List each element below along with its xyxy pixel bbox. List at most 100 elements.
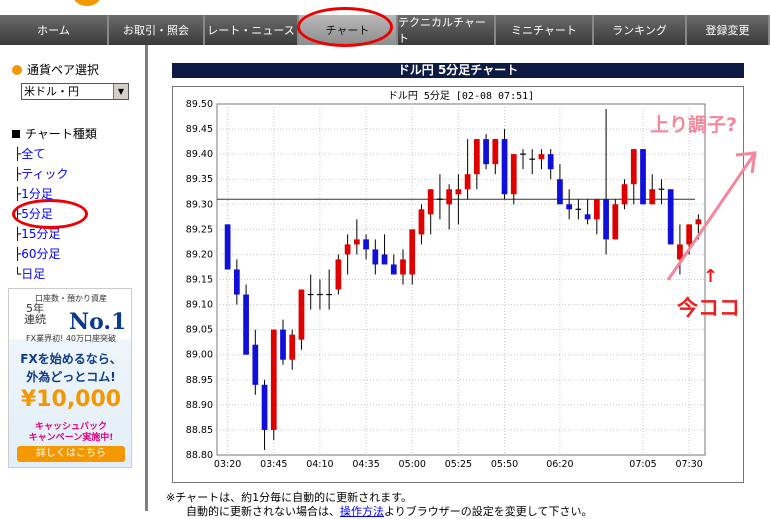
annotation-trend: 上り調子? <box>650 114 738 136</box>
candle-body <box>455 189 462 195</box>
x-tick-label: 03:45 <box>260 459 287 470</box>
sidebar: 通貨ペア選択 米ドル・円 ▼ チャート種類 ├全て ├ティック ├1分足 ├5分足 ├1… <box>0 45 148 511</box>
candle-body <box>483 139 489 165</box>
candle-body <box>243 294 249 355</box>
chart-type-link[interactable]: └日足 <box>14 265 45 282</box>
chart-type-section-title: チャート種類 <box>12 125 97 142</box>
banner-fx-line: FXを始めるなら、 <box>20 352 122 366</box>
candle-body <box>363 239 369 250</box>
trend-arrow-line <box>666 152 757 281</box>
annotation-now: 今ココ <box>677 296 740 320</box>
nav-tab[interactable]: ミニチャート <box>496 15 594 45</box>
nav-tab[interactable]: レート・ニュース <box>205 15 299 45</box>
y-tick-label: 89.05 <box>186 325 213 336</box>
candle-body <box>409 229 416 275</box>
candle-body <box>538 154 545 160</box>
candle-body <box>298 289 305 340</box>
chart-type-link[interactable]: ├60分足 <box>14 245 61 262</box>
candle-body <box>252 344 259 385</box>
candle-body <box>400 259 406 275</box>
chart-type-label: 15分足 <box>21 227 61 241</box>
dropdown-arrow-icon[interactable]: ▼ <box>113 84 128 99</box>
x-tick-label: 07:05 <box>629 459 656 470</box>
y-tick-label: 89.30 <box>186 199 213 210</box>
candle-body <box>557 179 563 205</box>
banner-company: 外為どっとコム! <box>26 370 116 384</box>
banner-amount: ¥10,000 <box>20 387 122 412</box>
candle-body <box>344 244 351 255</box>
banner-details-button[interactable]: 詳しくはこちら <box>17 446 125 462</box>
x-tick-label: 04:10 <box>306 459 333 470</box>
chart-type-link[interactable]: ├全て <box>14 145 45 162</box>
nav-tab[interactable]: ランキング <box>594 15 687 45</box>
y-tick-label: 89.00 <box>186 350 213 361</box>
candle-body <box>547 154 554 170</box>
now-arrow-icon: ↑ <box>703 266 719 287</box>
brand-logo <box>72 0 102 6</box>
banner-line3: FX業界初! 40万口座突破 <box>25 334 116 343</box>
candlestick-chart: ドル円 5分足 [02-08 07:51] 89.50 89.45 89.40 89.3… <box>172 86 744 483</box>
chart-title: ドル円 5分足 [02-08 07:51] <box>388 90 534 102</box>
x-tick-label: 06:20 <box>546 459 573 470</box>
x-tick-label: 05:00 <box>399 459 426 470</box>
candle-body <box>510 154 517 195</box>
page-title: ドル円 5分足チャート <box>172 63 744 78</box>
candle-body <box>224 224 231 270</box>
y-tick-label: 88.80 <box>186 450 213 461</box>
candle-body <box>584 214 591 220</box>
candle-body <box>335 259 342 290</box>
nav-tab[interactable]: 登録変更 <box>687 15 770 45</box>
pair-section-title: 通貨ペア選択 <box>12 61 99 78</box>
candle-body <box>270 329 277 430</box>
candle-body <box>649 189 656 205</box>
pair-title-label: 通貨ペア選択 <box>27 63 100 77</box>
y-tick-label: 89.20 <box>186 249 213 260</box>
candle-body <box>427 189 434 215</box>
chart-type-link[interactable]: ├ティック <box>14 165 69 182</box>
banner-years: 5年 連続 <box>24 303 46 325</box>
x-tick-label: 05:25 <box>445 459 472 470</box>
nav-tab[interactable]: テクニカルチャート <box>398 15 496 45</box>
promo-banner[interactable]: 口座数・預かり資産 5年 連続 No.1 FX業界初! 40万口座突破 FXを始め… <box>8 288 132 468</box>
nav-tab[interactable]: お取引・照会 <box>109 15 205 45</box>
candle-body <box>233 269 240 295</box>
chart-type-title-label: チャート種類 <box>25 127 97 141</box>
nav-tab[interactable]: ホーム <box>0 15 109 45</box>
operation-method-link[interactable]: 操作方法 <box>340 505 384 518</box>
candle-body <box>492 139 499 165</box>
y-tick-label: 89.15 <box>186 275 213 286</box>
candle-body <box>289 334 296 360</box>
candle-body <box>630 149 637 185</box>
candle-body <box>640 149 646 205</box>
y-tick-label: 89.35 <box>186 174 213 185</box>
chart-type-label: ティック <box>21 167 69 181</box>
x-tick-label: 04:35 <box>352 459 379 470</box>
candle-body <box>261 384 268 430</box>
candle-body <box>353 239 360 245</box>
candle-body <box>280 329 286 360</box>
pair-selected-value: 米ドル・円 <box>24 85 79 98</box>
banner-consecutive-text: 連続 <box>24 313 46 326</box>
y-tick-label: 89.10 <box>186 300 213 311</box>
y-tick-label: 88.95 <box>186 375 213 386</box>
x-tick-label: 03:20 <box>214 459 241 470</box>
candle-body <box>501 139 508 195</box>
candle-body <box>612 204 619 240</box>
highlight-circle-5min <box>12 199 88 229</box>
update-note-2: 自動的に更新されない場合は、操作方法よりブラウザーの設定を変更して下さい。 <box>186 503 592 519</box>
banner-campaign: キャンペーン実施中! <box>28 433 114 443</box>
highlight-circle-chart-tab <box>297 7 393 47</box>
y-tick-label: 88.90 <box>186 400 213 411</box>
x-tick-label: 05:50 <box>491 459 518 470</box>
y-tick-label: 88.85 <box>186 425 213 436</box>
candle-body <box>446 189 453 205</box>
y-tick-label: 89.50 <box>186 99 213 110</box>
candle-body <box>418 209 425 235</box>
candle-body <box>621 184 628 205</box>
chart-type-label: 60分足 <box>21 247 61 261</box>
currency-pair-select[interactable]: 米ドル・円 ▼ <box>21 83 129 100</box>
note2-post: よりブラウザーの設定を変更して下さい。 <box>384 505 593 518</box>
candle-body <box>372 249 379 265</box>
candle-body <box>566 204 573 210</box>
candle-body <box>464 174 471 190</box>
